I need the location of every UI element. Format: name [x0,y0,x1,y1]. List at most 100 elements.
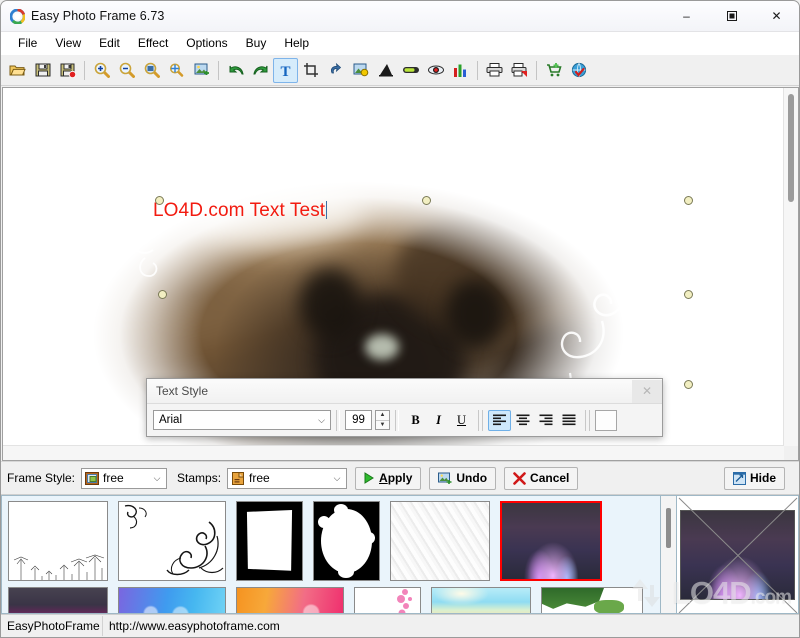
apply-button[interactable]: Apply [355,466,422,490]
menu-item-effect[interactable]: Effect [129,34,177,53]
stepper-down-icon[interactable]: ▼ [376,421,389,430]
selection-handle-w[interactable] [158,290,167,299]
chevron-down-icon: ⌵ [318,414,325,425]
menu-bar: File View Edit Effect Options Buy Help [1,32,799,55]
title-bar: Easy Photo Frame 6.73 – ✕ [1,1,799,32]
stepper-up-icon[interactable]: ▲ [376,411,389,421]
zoom-out-icon[interactable] [114,58,139,83]
align-center-icon[interactable] [511,410,534,431]
menu-item-help[interactable]: Help [275,34,318,53]
thumb-white-texture[interactable] [390,501,490,581]
cancel-button-label: Cancel [530,471,570,485]
thumb-forest[interactable] [541,587,643,613]
font-size-stepper[interactable]: ▲ ▼ [375,410,390,430]
vertical-scrollbar-thumb[interactable] [788,94,794,202]
buy-cart-icon[interactable] [541,58,566,83]
align-right-icon[interactable] [534,410,557,431]
web-help-icon[interactable] [566,58,591,83]
underline-button[interactable]: U [450,410,473,431]
font-size-input[interactable]: 99 [345,410,372,430]
stamps-select[interactable]: free ⌵ [227,467,348,489]
dialog-close-icon[interactable]: ✕ [632,379,662,403]
selection-handle-n[interactable] [422,196,431,205]
rotate-right-icon[interactable] [248,58,273,83]
thumb-swirls[interactable] [118,501,226,581]
undo-button-label: Undo [456,471,488,485]
close-x-icon [513,471,526,485]
font-family-value: Arial [159,414,183,426]
minimize-button[interactable]: – [664,1,709,31]
rotate-left-icon[interactable] [223,58,248,83]
hide-button[interactable]: Hide [723,466,785,490]
italic-button[interactable]: I [427,410,450,431]
save-icon[interactable] [30,58,55,83]
text-style-dialog[interactable]: Text Style ✕ Arial ⌵ 99 ▲ ▼ B I U [146,378,663,437]
selection-handle-nw[interactable] [155,196,164,205]
menu-item-options[interactable]: Options [177,34,236,53]
thumb-aurora[interactable] [500,501,602,581]
thumb-black-frame[interactable] [236,501,303,581]
thumb-black-oval[interactable] [313,501,380,581]
thumbnail-scrollbar-thumb[interactable] [666,508,671,548]
scrollbar-corner [784,446,798,460]
print-icon[interactable] [482,58,507,83]
gradient-icon[interactable] [373,58,398,83]
selection-handle-se[interactable] [684,380,693,389]
maximize-button[interactable] [709,1,754,31]
align-justify-icon[interactable] [557,410,580,431]
zoom-fit-icon[interactable] [139,58,164,83]
resize-image-icon[interactable] [189,58,214,83]
preview-crossmark-icon [678,497,798,613]
stamps-label: Stamps: [177,471,222,485]
canvas-vertical-scrollbar[interactable] [783,88,798,446]
print-cancel-icon[interactable] [507,58,532,83]
status-url[interactable]: http://www.easyphotoframe.com [103,616,799,636]
menu-item-edit[interactable]: Edit [90,34,129,53]
frame-preview-panel[interactable] [677,495,799,614]
thumbnail-row-2 [8,587,643,613]
image-canvas[interactable]: LO4D.com Text Test Text Style ✕ Arial ⌵ [3,88,784,446]
selection-handle-ne[interactable] [684,196,693,205]
thumb-night-sky[interactable] [8,587,108,613]
histogram-icon[interactable] [448,58,473,83]
selection-handle-e[interactable] [684,290,693,299]
text-color-swatch[interactable] [595,409,617,431]
thumb-beach[interactable] [431,587,531,613]
menu-item-buy[interactable]: Buy [237,34,276,53]
save-as-icon[interactable] [55,58,80,83]
brightness-icon[interactable] [398,58,423,83]
thumb-pink-bubbles[interactable] [354,587,421,613]
thumb-orange-pink[interactable] [236,587,344,613]
frame-thumbnail-list[interactable] [1,495,660,614]
undo-icon[interactable] [323,58,348,83]
zoom-actual-icon[interactable] [164,58,189,83]
menu-item-file[interactable]: File [9,34,46,53]
canvas-text-object[interactable]: LO4D.com Text Test [153,200,328,222]
red-eye-icon[interactable] [423,58,448,83]
thumbnail-row-1 [8,501,602,581]
play-triangle-icon [364,472,374,484]
font-family-select[interactable]: Arial ⌵ [153,410,331,430]
menu-item-view[interactable]: View [46,34,90,53]
canvas-area[interactable]: LO4D.com Text Test Text Style ✕ Arial ⌵ [2,87,799,461]
thumbnail-scrollbar[interactable] [660,495,677,614]
canvas-text-value: LO4D.com Text Test [153,200,326,221]
bold-button[interactable]: B [404,410,427,431]
thumb-dandelion[interactable] [8,501,108,581]
close-button[interactable]: ✕ [754,1,799,31]
thumb-blue-floral[interactable] [118,587,226,613]
open-file-icon[interactable] [5,58,30,83]
crop-icon[interactable] [298,58,323,83]
align-left-icon[interactable] [488,409,511,431]
color-adjust-icon[interactable] [348,58,373,83]
app-logo-icon [10,8,25,24]
text-tool-icon[interactable]: T [273,57,298,83]
hide-panel-icon [732,471,746,485]
dialog-title-bar[interactable]: Text Style ✕ [147,379,662,404]
cancel-button[interactable]: Cancel [504,466,579,490]
frame-style-label: Frame Style: [7,471,76,485]
undo-button[interactable]: Undo [429,466,497,490]
frame-style-select[interactable]: free ⌵ [81,467,168,489]
canvas-horizontal-scrollbar[interactable] [3,445,784,460]
zoom-in-icon[interactable] [89,58,114,83]
